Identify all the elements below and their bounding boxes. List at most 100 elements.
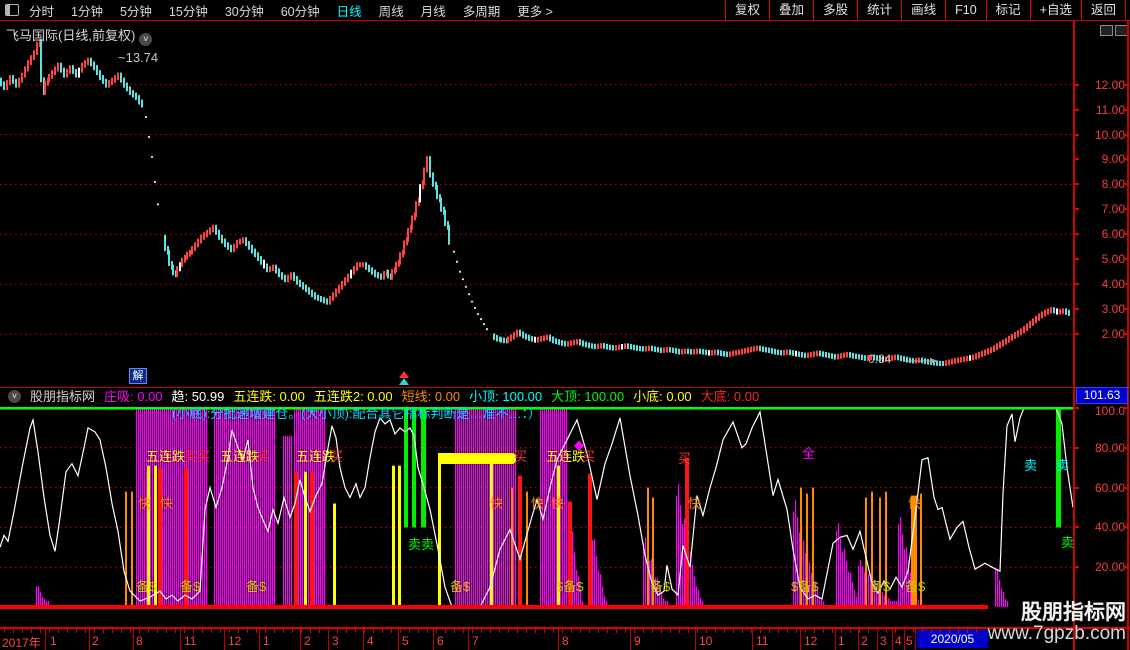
jie-badge[interactable]: 解 [129,368,147,384]
menu-item-60分钟[interactable]: 60分钟 [281,1,320,20]
menu-item-叠加[interactable]: 叠加 [769,0,813,20]
month-label-12: 12 [228,634,242,648]
menu-item-多周期[interactable]: 多周期 [463,1,501,20]
tick-mark [1074,133,1079,136]
month-label-2017年: 2017年 [2,636,41,650]
price-tick-3: 3.00 [1101,302,1125,317]
signal-label-备$: 备$ [180,579,201,594]
axis-tick [319,629,320,633]
ind-tick-80: 80.00 [1094,440,1125,455]
axis-tick [814,629,815,633]
menu-item-返回[interactable]: 返回 [1080,0,1126,20]
axis-separator [89,629,90,650]
axis-tick [679,629,680,633]
axis-tick [760,629,761,633]
time-axis[interactable]: 2020/05 2017年 1 2 8 11 12 1 2 3 4 5 6 7 8 9 10 11 12 1 2 3 4 5 [0,627,1130,650]
axis-separator [328,629,329,650]
signal-label-五连跌: 五连跌 [220,449,260,464]
axis-tick [40,629,41,633]
menu-item-多股[interactable]: 多股 [813,0,857,20]
axis-tick [346,629,347,633]
menu-item-30分钟[interactable]: 30分钟 [225,1,264,20]
menu-item-周线[interactable]: 周线 [379,1,404,20]
axis-tick [256,629,257,633]
main-chart[interactable]: 飞马国际(日线,前复权) ˅ ~13.74 0.84 解 [0,21,1128,387]
axis-tick [130,629,131,633]
tick-mark [1123,233,1128,236]
axis-tick [463,629,464,633]
menu-item-5分钟[interactable]: 5分钟 [120,1,152,20]
pane-divider[interactable] [0,387,1130,388]
axis-tick [103,629,104,633]
price-tick-8: 8.00 [1101,177,1125,192]
tick-mark [1074,566,1079,569]
peak-price-label: ~13.74 [118,50,159,65]
axis-tick [85,629,86,633]
tick-mark [1123,526,1128,529]
month-label-9: 9 [634,634,641,648]
menu-item-统计[interactable]: 统计 [857,0,901,20]
chevron-down-icon[interactable]: ˅ [8,390,21,403]
price-tick-10: 10.00 [1094,127,1125,142]
axis-tick [184,629,185,633]
chevron-down-icon[interactable]: ˅ [139,33,153,46]
tick-mark [1123,333,1128,336]
axis-tick [670,629,671,633]
axis-tick [175,629,176,633]
price-tick-7: 7.00 [1101,202,1125,217]
signal-label-五连跌: 五连跌 [146,449,186,464]
signal-label-备$: 备$ [450,579,471,594]
menu-item-月线[interactable]: 月线 [421,1,446,20]
menu-item-画线[interactable]: 画线 [901,0,945,20]
signal-label-买买: 买买 [184,449,211,464]
menu-item-分时[interactable]: 分时 [29,1,54,20]
menu-item-复权[interactable]: 复权 [725,0,769,20]
axis-separator [180,629,181,650]
axis-tick [859,629,860,633]
indicator-panel[interactable]: (小底):分批递增建仓。(大小顶):配合其它指标判断是…准不…：） 五连跌 买买五… [0,404,1074,627]
menu-item-日线[interactable]: 日线 [337,1,362,20]
axis-tick [940,629,941,633]
price-axis-column: 101.63 12.00 11.00 10.00 9.00 8.00 7.00 6.00 5.… [1074,21,1130,650]
menu-item-1分钟[interactable]: 1分钟 [71,1,103,20]
signal-label-快: 快 [688,496,702,511]
axis-tick [22,629,23,633]
axis-tick [652,629,653,633]
axis-tick [787,629,788,633]
axis-tick [202,629,203,633]
axis-tick [454,629,455,633]
candlestick-canvas[interactable] [0,21,1074,387]
menu-item-F10[interactable]: F10 [945,0,986,20]
menu-item-15分钟[interactable]: 15分钟 [169,1,208,20]
axis-tick [769,629,770,633]
axis-tick [922,629,923,633]
chart-title-text: 飞马国际(日线,前复权) [6,28,136,43]
axis-separator [877,629,878,650]
signal-label-备$: 备$ [650,579,671,594]
axis-tick [715,629,716,633]
axis-tick [382,629,383,633]
tick-mark [1123,283,1128,286]
menu-item-+自选[interactable]: +自选 [1029,0,1081,20]
axis-tick [427,629,428,633]
axis-tick [310,629,311,633]
signal-label-备$: 备$ [136,579,157,594]
signal-label-买: 买 [678,451,692,466]
menu-item-标记[interactable]: 标记 [985,0,1030,20]
signal-label-买: 买 [514,449,528,464]
axis-tick [229,629,230,633]
tick-mark [1123,486,1128,489]
axis-tick [508,629,509,633]
price-tick-2: 2.00 [1101,327,1125,342]
signal-label-快: 快 [490,496,504,511]
menu-item-更多 >[interactable]: 更多 > [517,1,553,20]
window-split-icon[interactable] [5,4,19,16]
chart-title: 飞马国际(日线,前复权) ˅ [6,25,153,46]
tick-mark [1074,233,1079,236]
axis-tick [895,629,896,633]
axis-tick [661,629,662,633]
tick-mark [1074,283,1079,286]
date-box: 2020/05 [917,630,988,648]
axis-tick [76,629,77,633]
tick-mark [1123,183,1128,186]
